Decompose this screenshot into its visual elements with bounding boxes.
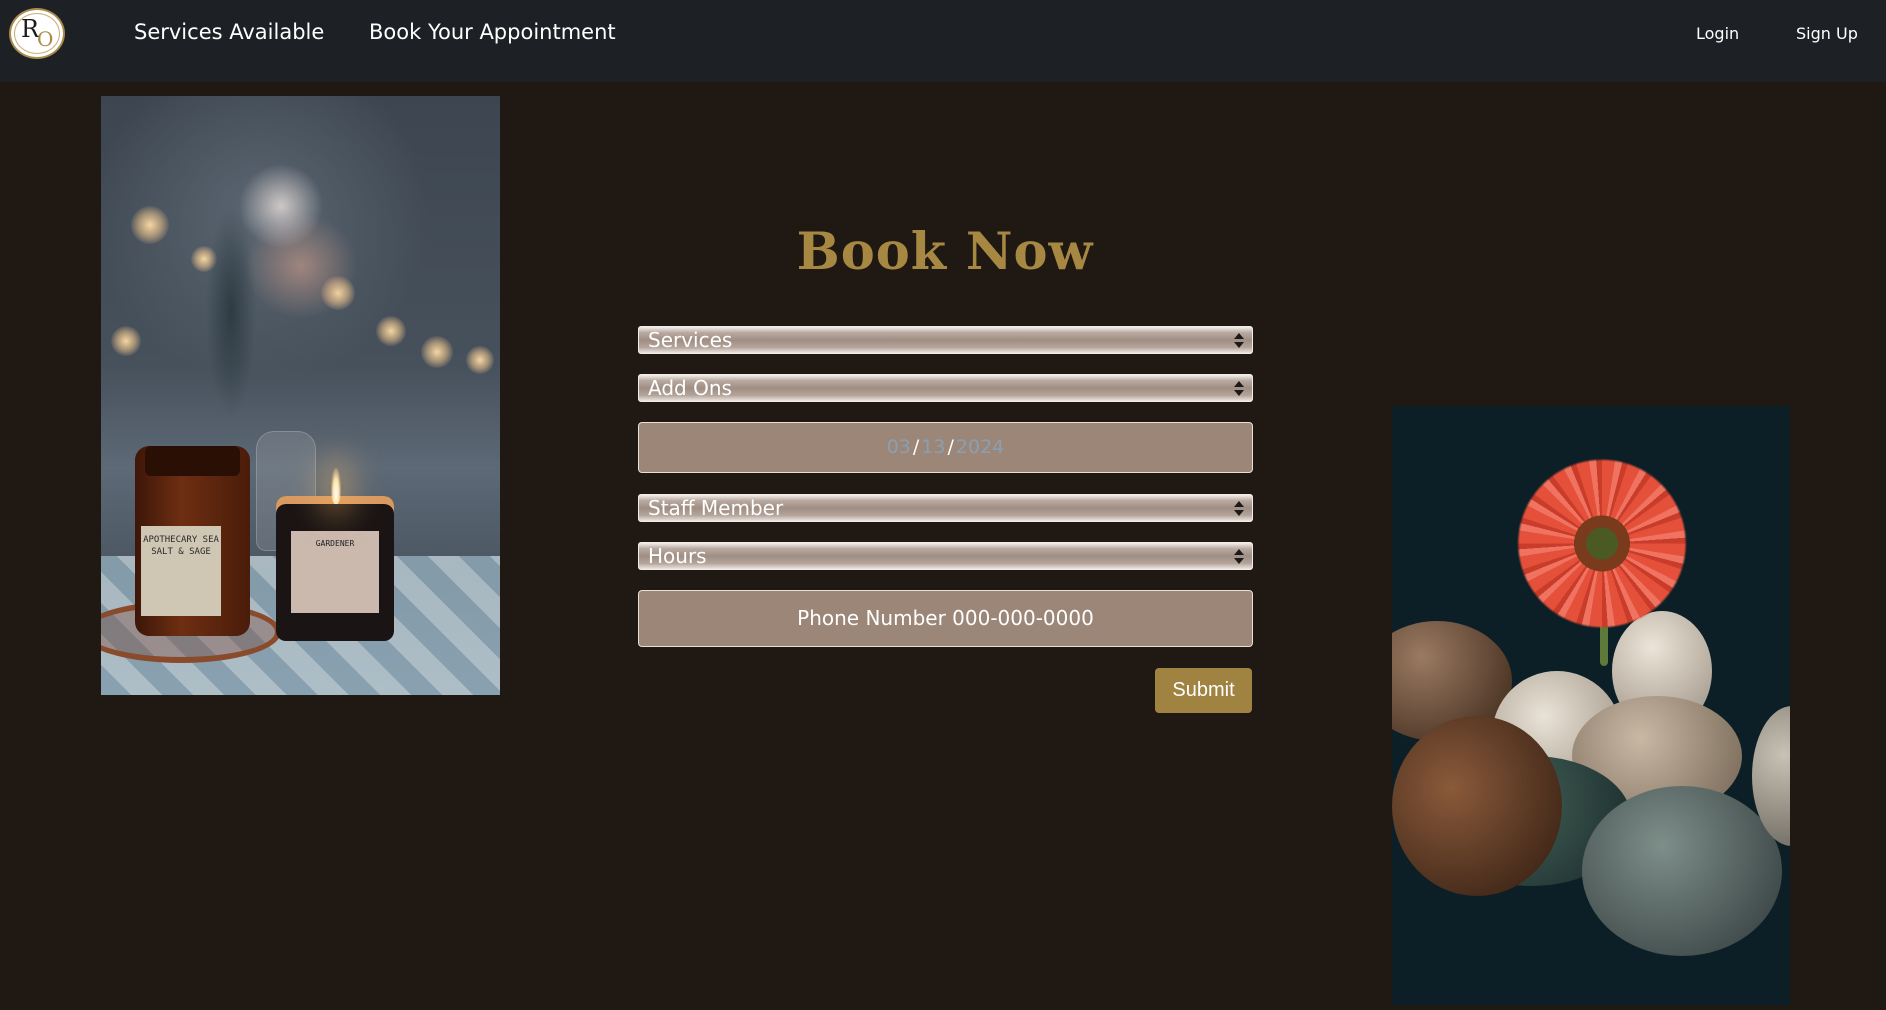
up-down-arrows-icon [1234,546,1244,566]
up-down-arrows-icon [1234,498,1244,518]
stone [1392,716,1562,896]
date-input[interactable]: 03/13/2024 [638,422,1253,473]
logo-letter-o: O [37,27,54,51]
dried-flowers [181,146,381,446]
candle-photo: APOTHECARY SEA SALT & SAGE GARDENER [101,96,500,695]
date-day-segment[interactable]: 13 [921,436,945,458]
top-navbar: R O Services Available Book Your Appoint… [0,0,1886,82]
nav-link-book-appointment[interactable]: Book Your Appointment [369,20,616,44]
candle-label: GARDENER [291,531,379,613]
staff-member-select-value: Staff Member [648,496,784,520]
bokeh-light [111,326,141,356]
services-select[interactable]: Services [638,326,1253,354]
submit-button[interactable]: Submit [1155,668,1252,713]
bokeh-light [421,336,453,368]
nav-link-services-available[interactable]: Services Available [134,20,324,44]
nav-link-login[interactable]: Login [1696,24,1739,43]
add-ons-select-value: Add Ons [648,376,732,400]
nav-link-sign-up[interactable]: Sign Up [1796,24,1858,43]
hours-select[interactable]: Hours [638,542,1253,570]
date-separator: / [947,436,954,458]
candle-flame [331,468,341,504]
stone [1582,786,1782,956]
page-title: Book Now [796,222,1094,282]
gerbera-flower [1502,456,1702,631]
logo[interactable]: R O [9,8,65,59]
staff-member-select[interactable]: Staff Member [638,494,1253,522]
jar-lid [145,446,240,476]
services-select-value: Services [648,328,733,352]
flower-stones-photo [1392,406,1790,1005]
up-down-arrows-icon [1234,378,1244,398]
date-year-segment[interactable]: 2024 [956,436,1004,458]
hours-select-value: Hours [648,544,707,568]
date-separator: / [912,436,920,458]
bokeh-light [131,206,169,244]
add-ons-select[interactable]: Add Ons [638,374,1253,402]
phone-number-input[interactable]: Phone Number 000-000-0000 [638,590,1253,647]
bokeh-light [466,346,494,374]
jar-label: APOTHECARY SEA SALT & SAGE [141,526,221,616]
up-down-arrows-icon [1234,330,1244,350]
date-month-segment[interactable]: 03 [887,436,911,458]
